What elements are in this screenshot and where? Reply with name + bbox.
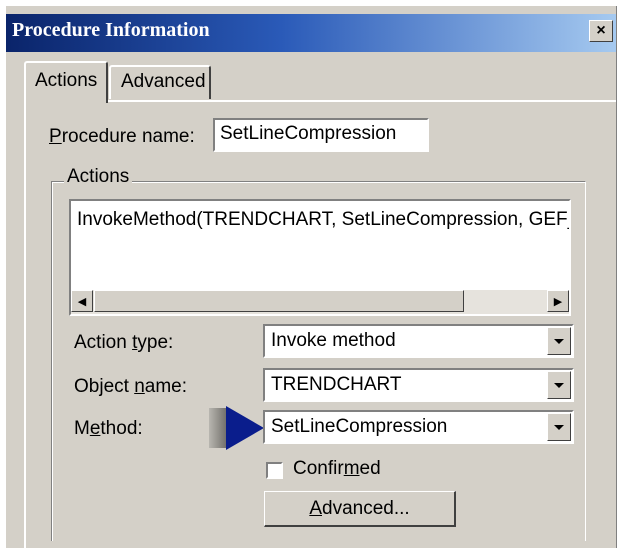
tab-advanced-label: Advanced (121, 71, 206, 92)
dropdown-arrow-icon (554, 382, 564, 388)
procedure-name-value: SetLineCompression (220, 123, 397, 144)
title-bar: Procedure Information × (6, 14, 616, 52)
advanced-button[interactable]: Advanced... (264, 491, 456, 527)
object-name-select[interactable]: TRENDCHART (263, 368, 574, 402)
scroll-left-icon: ◀ (77, 295, 87, 308)
tab-actions-label: Actions (35, 70, 98, 91)
action-type-dropdown-button[interactable] (547, 327, 571, 355)
scroll-right-button[interactable]: ▶ (547, 290, 569, 312)
scroll-thumb[interactable] (94, 290, 464, 312)
close-icon: × (596, 22, 606, 39)
scroll-right-icon: ▶ (553, 295, 563, 308)
action-type-label: Action type: (74, 332, 174, 353)
action-list-item[interactable]: InvokeMethod(TRENDCHART, SetLineCompress… (77, 209, 569, 231)
action-type-value: Invoke method (271, 330, 396, 351)
horizontal-scrollbar[interactable]: ◀ ▶ (71, 290, 569, 314)
method-select[interactable]: SetLineCompression (263, 410, 574, 444)
procedure-name-input[interactable]: SetLineCompression (213, 118, 429, 152)
dropdown-arrow-icon (554, 338, 564, 344)
confirmed-label: Confirmed (293, 458, 381, 479)
method-label: Method: (74, 418, 143, 439)
tab-actions[interactable]: Actions (24, 61, 108, 103)
pointer-arrow-icon (226, 406, 264, 450)
method-value: SetLineCompression (271, 416, 448, 437)
scroll-left-button[interactable]: ◀ (71, 290, 93, 312)
pointer-arrow-tail (209, 408, 227, 448)
object-name-dropdown-button[interactable] (547, 371, 571, 399)
dropdown-arrow-icon (554, 424, 564, 430)
confirmed-checkbox[interactable] (266, 462, 283, 479)
close-button[interactable]: × (589, 20, 613, 42)
action-type-select[interactable]: Invoke method (263, 324, 574, 358)
window-title: Procedure Information (12, 19, 210, 41)
method-dropdown-button[interactable] (547, 413, 571, 441)
object-name-value: TRENDCHART (271, 374, 402, 395)
actions-group-title: Actions (64, 166, 133, 188)
procedure-name-label: Procedure name: (49, 126, 195, 147)
tab-advanced[interactable]: Advanced (109, 65, 211, 99)
procedure-information-dialog: Procedure Information × Actions Advanced… (6, 6, 617, 548)
actions-listbox[interactable]: InvokeMethod(TRENDCHART, SetLineCompress… (69, 199, 571, 316)
object-name-label: Object name: (74, 376, 188, 397)
